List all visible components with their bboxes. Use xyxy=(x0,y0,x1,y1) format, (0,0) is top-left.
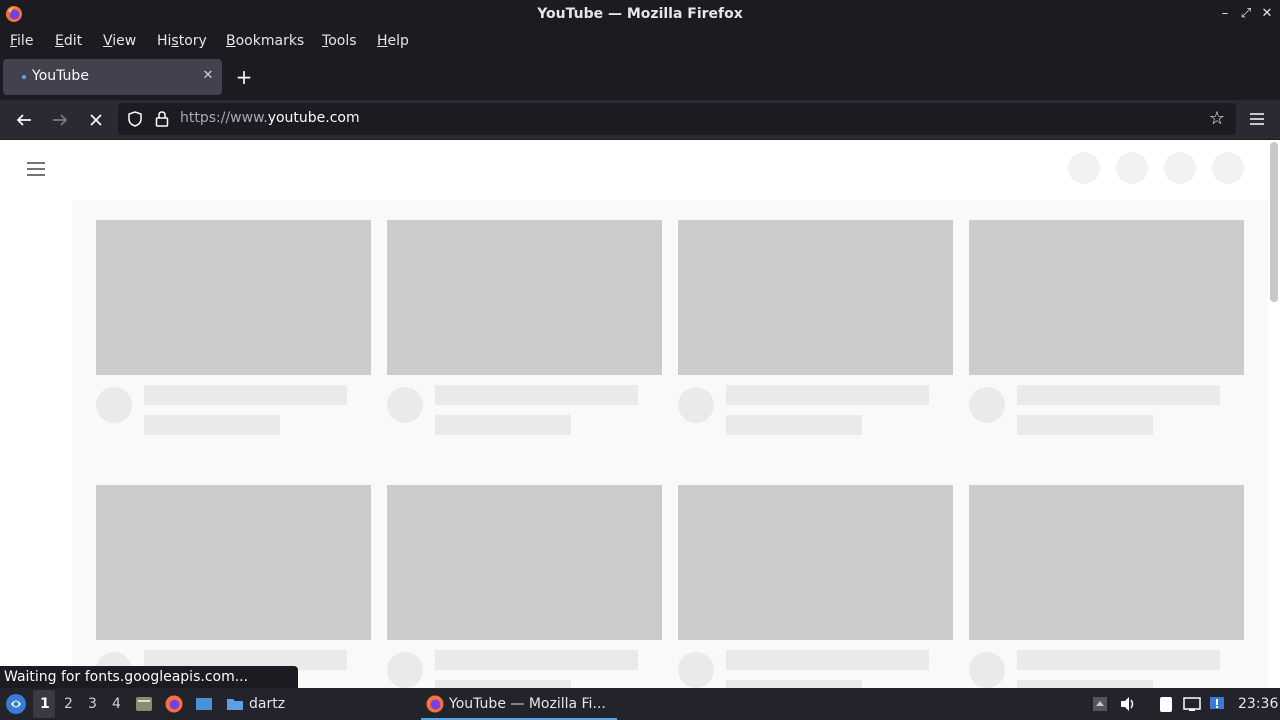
tab-strip: YouTube ✕ + xyxy=(0,54,1280,100)
title-placeholder xyxy=(1017,650,1220,670)
clock: 23:36 xyxy=(1238,696,1279,712)
title-placeholder xyxy=(726,650,929,670)
menu-bookmarks[interactable]: Bookmarks xyxy=(226,33,304,49)
desktop-icon[interactable] xyxy=(194,694,214,714)
channel-avatar-placeholder xyxy=(387,652,423,688)
video-thumbnail-placeholder xyxy=(678,220,953,375)
tray-arrow-icon[interactable] xyxy=(1090,694,1110,714)
channel-avatar-placeholder xyxy=(96,387,132,423)
video-thumbnail-placeholder xyxy=(387,485,662,640)
title-placeholder xyxy=(435,385,638,405)
video-thumbnail-placeholder xyxy=(96,220,371,375)
firefox-launcher-icon[interactable] xyxy=(164,694,184,714)
clipboard-icon[interactable] xyxy=(1156,694,1176,714)
menu-view[interactable]: View xyxy=(103,33,136,49)
meta-placeholder xyxy=(1017,415,1153,435)
channel-avatar-placeholder xyxy=(678,652,714,688)
menubar: File Edit View History Bookmarks Tools H… xyxy=(0,29,1280,54)
start-menu-icon[interactable] xyxy=(5,693,27,715)
system-taskbar: 1 2 3 4 dartz YouTube — Mozilla Fi... 23… xyxy=(0,688,1280,720)
channel-avatar-placeholder xyxy=(387,387,423,423)
title-placeholder xyxy=(726,385,929,405)
folder-icon[interactable] xyxy=(225,694,245,714)
menu-edit[interactable]: Edit xyxy=(55,33,82,49)
header-placeholder-circle xyxy=(1212,152,1244,184)
video-thumbnail-placeholder xyxy=(387,220,662,375)
header-placeholder-circle xyxy=(1116,152,1148,184)
workspace-2[interactable]: 2 xyxy=(64,696,73,712)
volume-icon[interactable] xyxy=(1118,694,1138,714)
forward-arrow-icon[interactable] xyxy=(48,108,72,132)
status-panel: Waiting for fonts.googleapis.com... xyxy=(0,666,298,688)
lock-icon[interactable] xyxy=(154,110,170,128)
guide-menu-icon[interactable] xyxy=(24,157,48,181)
meta-placeholder xyxy=(144,415,280,435)
back-arrow-icon[interactable] xyxy=(12,108,36,132)
bookmark-star-icon[interactable]: ☆ xyxy=(1207,109,1227,129)
minimize-button[interactable]: – xyxy=(1217,5,1233,23)
taskbar-window-button[interactable]: YouTube — Mozilla Fi... xyxy=(421,688,617,720)
tab-youtube[interactable]: YouTube ✕ xyxy=(3,59,222,95)
video-thumbnail-placeholder xyxy=(96,485,371,640)
window-titlebar: YouTube — Mozilla Firefox – ⤢ ✕ xyxy=(0,0,1280,29)
menu-help[interactable]: Help xyxy=(377,33,409,49)
display-icon[interactable] xyxy=(1182,694,1202,714)
title-placeholder xyxy=(435,650,638,670)
url-text[interactable]: https://www.youtube.com xyxy=(180,110,360,126)
menu-history[interactable]: History xyxy=(157,33,207,49)
maximize-button[interactable]: ⤢ xyxy=(1238,5,1254,23)
video-thumbnail-placeholder xyxy=(678,485,953,640)
window-title: YouTube — Mozilla Firefox xyxy=(537,6,743,22)
firefox-icon xyxy=(426,695,444,713)
network-icon[interactable] xyxy=(1208,694,1228,714)
channel-avatar-placeholder xyxy=(678,387,714,423)
loading-indicator-icon xyxy=(22,75,26,79)
stop-loading-icon[interactable] xyxy=(84,108,108,132)
title-placeholder xyxy=(1017,385,1220,405)
app-menu-icon[interactable] xyxy=(1246,108,1268,130)
menu-tools[interactable]: Tools xyxy=(322,33,357,49)
web-content xyxy=(0,140,1280,688)
tab-close-icon[interactable]: ✕ xyxy=(199,67,217,85)
header-placeholder-circle xyxy=(1068,152,1100,184)
title-placeholder xyxy=(144,385,347,405)
channel-avatar-placeholder xyxy=(969,652,1005,688)
address-bar[interactable]: https://www.youtube.com ☆ xyxy=(118,103,1236,135)
video-thumbnail-placeholder xyxy=(969,220,1244,375)
folder-label[interactable]: dartz xyxy=(249,696,285,712)
new-tab-button[interactable]: + xyxy=(234,67,254,87)
file-manager-icon[interactable] xyxy=(134,694,154,714)
meta-placeholder xyxy=(726,415,862,435)
tracking-shield-icon[interactable] xyxy=(126,110,144,128)
channel-avatar-placeholder xyxy=(969,387,1005,423)
navigation-toolbar: https://www.youtube.com ☆ xyxy=(0,100,1280,139)
taskbar-window-label: YouTube — Mozilla Fi... xyxy=(449,696,606,712)
workspace-4[interactable]: 4 xyxy=(112,696,121,712)
workspace-1[interactable]: 1 xyxy=(40,696,50,712)
tab-label: YouTube xyxy=(32,68,89,84)
meta-placeholder xyxy=(435,680,571,688)
workspace-3[interactable]: 3 xyxy=(88,696,97,712)
close-window-button[interactable]: ✕ xyxy=(1259,5,1275,23)
meta-placeholder xyxy=(726,680,862,688)
meta-placeholder xyxy=(1017,680,1153,688)
video-thumbnail-placeholder xyxy=(969,485,1244,640)
meta-placeholder xyxy=(435,415,571,435)
menu-file[interactable]: File xyxy=(10,33,33,49)
page-scrollbar[interactable] xyxy=(1270,142,1278,302)
header-placeholder-circle xyxy=(1164,152,1196,184)
